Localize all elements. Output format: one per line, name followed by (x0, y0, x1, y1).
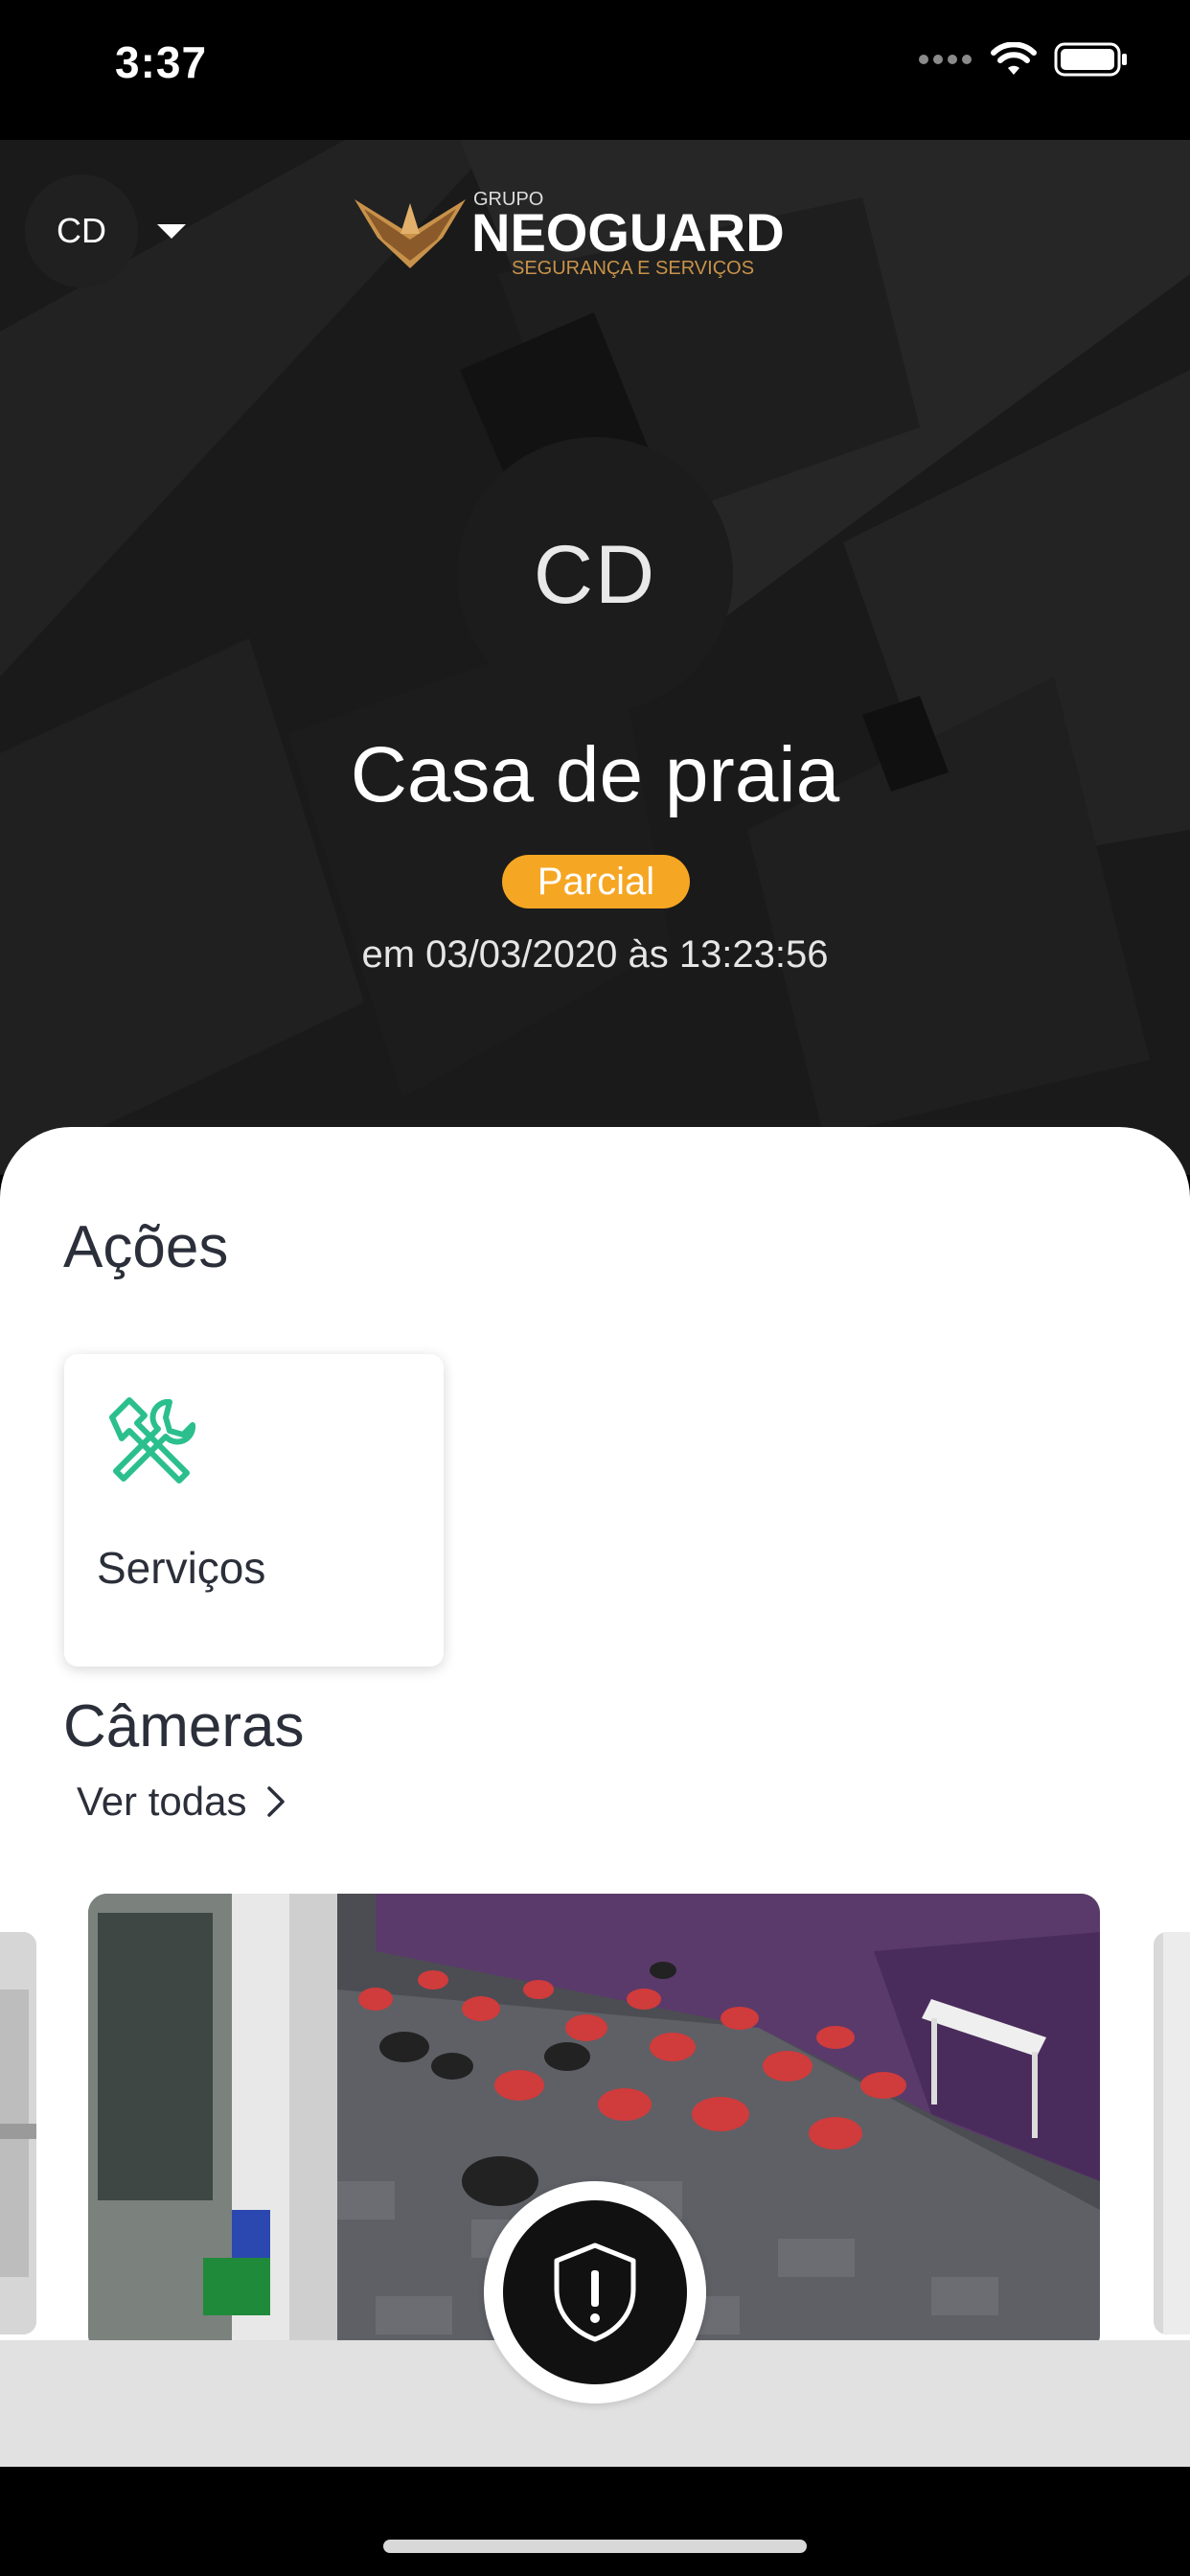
status-timestamp: em 03/03/2020 às 13:23:56 (361, 933, 829, 976)
unit-selector-label: CD (25, 174, 138, 288)
camera-thumbnail-next[interactable] (1154, 1932, 1190, 2334)
caret-down-icon (157, 223, 186, 239)
tools-icon (109, 1397, 196, 1484)
status-time: 3:37 (115, 37, 208, 87)
wifi-icon (991, 42, 1037, 75)
battery-icon (1054, 42, 1127, 77)
home-area (0, 2467, 1190, 2576)
action-card-label: Serviços (97, 1543, 266, 1593)
logo-tagline: SEGURANÇA E SERVIÇOS (512, 258, 754, 279)
panic-button-inner (503, 2200, 687, 2384)
avatar: CD (457, 437, 733, 713)
action-card-services[interactable]: Serviços (64, 1354, 444, 1667)
status-badge: Parcial (502, 855, 690, 908)
see-all-cameras-link[interactable]: Ver todas (77, 1779, 286, 1825)
camera-thumbnail-previous[interactable] (0, 1932, 36, 2334)
actions-title: Ações (63, 1214, 229, 1280)
home-indicator[interactable] (383, 2540, 807, 2553)
shield-alert-icon (554, 2242, 636, 2342)
unit-selector[interactable]: CD (25, 174, 207, 288)
logo-name: NEOGUARD (471, 202, 785, 263)
neoguard-logo: GRUPO NEOGUARD SEGURANÇA E SERVIÇOS (355, 189, 785, 279)
place-name: Casa de praia (350, 731, 840, 818)
cameras-title: Câmeras (63, 1693, 305, 1760)
status-icons (918, 42, 1129, 77)
status-bar: 3:37 (0, 0, 1190, 140)
see-all-label: Ver todas (77, 1779, 247, 1824)
wings-icon (355, 199, 466, 268)
signal-icon (919, 55, 972, 64)
panic-button[interactable] (484, 2181, 706, 2404)
chevron-right-icon (267, 1786, 286, 1817)
